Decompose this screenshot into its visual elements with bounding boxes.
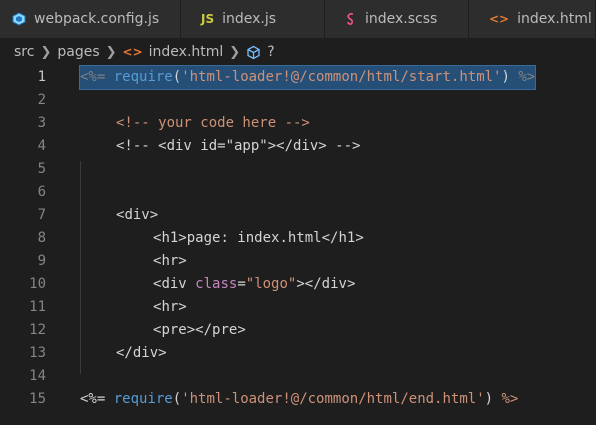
- code-line[interactable]: 10 <div class="logo"></div>: [0, 273, 596, 296]
- code-editor[interactable]: 1 <%= require('html-loader!@/common/html…: [0, 65, 596, 425]
- tab-label: index.html: [517, 11, 592, 27]
- code-line[interactable]: 11 <hr>: [0, 296, 596, 319]
- code-line[interactable]: 3 <!-- your code here -->: [0, 112, 596, 135]
- breadcrumb-pages[interactable]: pages: [57, 44, 99, 60]
- code-text: <!-- your code here -->: [116, 115, 310, 131]
- tab-label: index.js: [222, 11, 277, 27]
- line-number: 10: [29, 276, 46, 292]
- editor-tab-bar: webpack.config.js JS index.js index.scss…: [0, 0, 596, 39]
- line-number: 14: [29, 368, 46, 384]
- tab-index-html[interactable]: <> index.html: [469, 0, 596, 38]
- webpack-icon: [12, 12, 26, 26]
- line-number: 2: [37, 92, 46, 108]
- line-number: 11: [29, 299, 46, 315]
- code-line[interactable]: 4 <!-- <div id="app"></div> -->: [0, 135, 596, 158]
- code-line[interactable]: 14: [0, 365, 596, 388]
- code-text: <!-- <div id="app"></div> -->: [116, 138, 361, 154]
- line-number: 15: [29, 391, 46, 407]
- code-line[interactable]: 7 <div>: [0, 204, 596, 227]
- code-text: </div>: [116, 345, 167, 361]
- code-text: <h1>page: index.html</h1>: [153, 230, 364, 246]
- breadcrumb: src ❯ pages ❯ <> index.html ❯ ?: [0, 38, 596, 66]
- html-icon: <>: [122, 45, 143, 59]
- chevron-right-icon: ❯: [229, 44, 241, 60]
- code-text: <%= require('html-loader!@/common/html/e…: [80, 391, 519, 407]
- cube-icon: [246, 45, 261, 60]
- code-line[interactable]: 9 <hr>: [0, 250, 596, 273]
- code-line[interactable]: 1 <%= require('html-loader!@/common/html…: [0, 65, 596, 90]
- code-line[interactable]: 12 <pre></pre>: [0, 319, 596, 342]
- breadcrumb-file[interactable]: index.html: [149, 44, 224, 60]
- code-text: <div class="logo"></div>: [153, 276, 356, 292]
- tab-index-js[interactable]: JS index.js: [181, 0, 325, 38]
- tab-webpack-config[interactable]: webpack.config.js: [0, 0, 181, 38]
- chevron-right-icon: ❯: [105, 44, 117, 60]
- html-icon: <>: [489, 12, 510, 26]
- code-line[interactable]: 8 <h1>page: index.html</h1>: [0, 227, 596, 250]
- breadcrumb-src[interactable]: src: [14, 44, 34, 60]
- code-text: <hr>: [153, 299, 187, 315]
- line-number: 6: [37, 184, 46, 200]
- line-number: 7: [37, 207, 46, 223]
- line-number: 5: [37, 161, 46, 177]
- code-line[interactable]: 15 <%= require('html-loader!@/common/htm…: [0, 388, 596, 411]
- line-number: 1: [37, 69, 46, 85]
- breadcrumb-symbol[interactable]: ?: [267, 44, 274, 60]
- code-text: <div>: [116, 207, 159, 223]
- code-text: <hr>: [153, 253, 187, 269]
- scss-icon: [345, 12, 357, 26]
- tab-label: webpack.config.js: [34, 11, 160, 27]
- line-number: 3: [37, 115, 46, 131]
- line-number: 4: [37, 138, 46, 154]
- code-line[interactable]: 6: [0, 181, 596, 204]
- code-line[interactable]: 5: [0, 158, 596, 181]
- code-line[interactable]: 2: [0, 89, 596, 112]
- code-text: <pre></pre>: [153, 322, 246, 338]
- code-text: <%= require('html-loader!@/common/html/s…: [78, 65, 537, 90]
- js-icon: JS: [201, 12, 215, 26]
- line-number: 13: [29, 345, 46, 361]
- tab-label: index.scss: [365, 11, 438, 27]
- code-line[interactable]: 13 </div>: [0, 342, 596, 365]
- line-number: 12: [29, 322, 46, 338]
- line-number: 9: [37, 253, 46, 269]
- chevron-right-icon: ❯: [40, 44, 52, 60]
- tab-index-scss[interactable]: index.scss: [325, 0, 469, 38]
- line-number: 8: [37, 230, 46, 246]
